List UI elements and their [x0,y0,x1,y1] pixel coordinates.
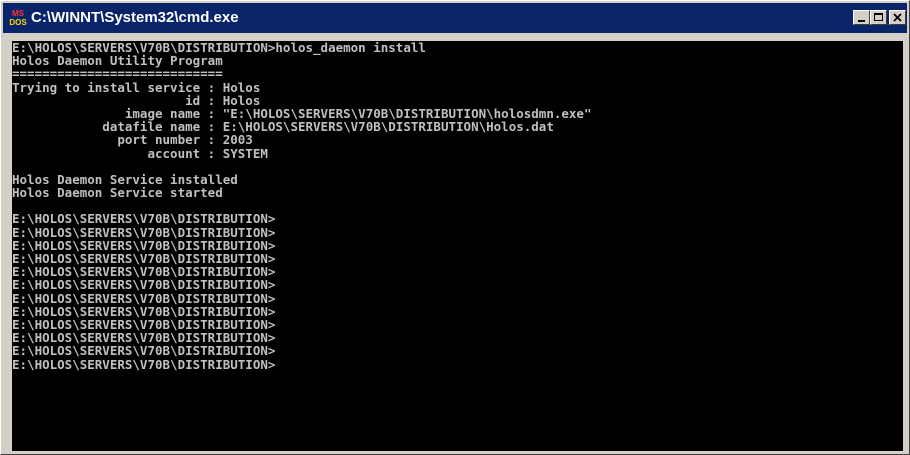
window-title: C:\WINNT\System32\cmd.exe [31,9,239,26]
cmd-window: MS DOS C:\WINNT\System32\cmd.exe E:\HOLO… [0,0,910,455]
console-prompt-line: E:\HOLOS\SERVERS\V70B\DISTRIBUTION> [12,224,276,240]
console-prompt-line: E:\HOLOS\SERVERS\V70B\DISTRIBUTION> [12,303,276,319]
msdos-app-icon[interactable]: MS DOS [9,9,27,27]
maximize-button[interactable] [870,10,887,25]
minimize-icon [858,20,865,22]
console-line: id : Holos [12,92,261,108]
console-line: ============================ [12,66,223,82]
console-prompt-line: E:\HOLOS\SERVERS\V70B\DISTRIBUTION> [12,290,276,306]
icon-label-top: MS [12,9,24,18]
minimize-button[interactable] [853,10,870,25]
console-prompt-line: E:\HOLOS\SERVERS\V70B\DISTRIBUTION> [12,343,276,359]
console-prompt-line: E:\HOLOS\SERVERS\V70B\DISTRIBUTION> [12,277,276,293]
console-prompt-line: E:\HOLOS\SERVERS\V70B\DISTRIBUTION> [12,356,276,372]
close-icon [893,13,902,22]
console-line [12,160,903,173]
console-line: account : SYSTEM [12,145,268,161]
console-prompt-line: E:\HOLOS\SERVERS\V70B\DISTRIBUTION> [12,211,276,227]
maximize-icon [874,13,883,21]
console-output[interactable]: E:\HOLOS\SERVERS\V70B\DISTRIBUTION>holos… [12,41,903,451]
console-line: Trying to install service : Holos [12,79,261,95]
console-line: port number : 2003 [12,132,253,148]
title-bar[interactable]: MS DOS C:\WINNT\System32\cmd.exe [3,3,907,33]
icon-label-bottom: DOS [9,18,27,27]
close-button[interactable] [889,10,906,25]
console-line: Holos Daemon Service started [12,185,223,201]
